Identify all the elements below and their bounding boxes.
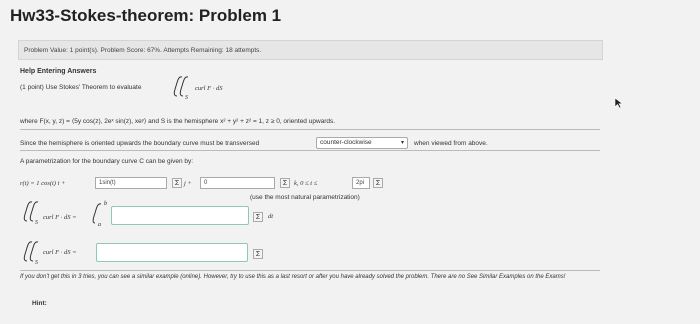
mouse-cursor-icon bbox=[614, 96, 624, 114]
problem-statement: where F(x, y, z) = ⟨5y cos(z), 2eˣ sin(z… bbox=[20, 118, 336, 125]
j-label: j + bbox=[184, 180, 192, 187]
r-of-t-label: r(t) = 1 cos(t) i + bbox=[20, 180, 66, 187]
double-integral-icon: S bbox=[22, 240, 42, 269]
k-range-label: k, 0 ≤ t ≤ bbox=[294, 180, 318, 187]
sigma-button[interactable]: Σ bbox=[253, 249, 263, 259]
divider bbox=[20, 129, 600, 130]
problem-info-bar: Problem Value: 1 point(s). Problem Score… bbox=[18, 40, 603, 60]
dt-label: dt bbox=[268, 213, 274, 220]
hint-link[interactable]: Hint: bbox=[32, 300, 47, 307]
help-entering-answers-link[interactable]: Help Entering Answers bbox=[20, 68, 96, 75]
svg-text:S: S bbox=[35, 220, 38, 224]
see-similar-footnote: If you don't get this in 3 tries, you ca… bbox=[20, 274, 566, 280]
final-answer-input[interactable] bbox=[96, 243, 248, 262]
double-integral-icon: S bbox=[22, 200, 42, 229]
lower-limit: a bbox=[98, 222, 101, 228]
svg-text:S: S bbox=[35, 260, 38, 264]
t-upper-bound-input[interactable]: 2pi bbox=[352, 177, 370, 189]
sigma-button[interactable]: Σ bbox=[253, 212, 263, 222]
r-i-component-input[interactable]: 1sin(t) bbox=[95, 177, 167, 189]
orientation-suffix: when viewed from above. bbox=[414, 140, 488, 147]
integral1-label: curl F · dS = bbox=[43, 214, 77, 221]
natural-parametrization-note: (use the most natural parametrization) bbox=[250, 194, 360, 201]
sigma-button[interactable]: Σ bbox=[172, 178, 182, 188]
sigma-button[interactable]: Σ bbox=[373, 178, 383, 188]
problem-value-text: Problem Value: 1 point(s). Problem Score… bbox=[24, 47, 262, 54]
orientation-select[interactable]: counter-clockwise ▾ bbox=[316, 137, 408, 149]
double-integral-icon: S bbox=[171, 74, 193, 105]
divider bbox=[20, 150, 600, 151]
svg-text:S: S bbox=[185, 95, 188, 100]
integrand-text: curl F · dS bbox=[195, 85, 223, 92]
integral2-label: curl F · dS = bbox=[43, 249, 77, 256]
upper-limit: b bbox=[104, 201, 107, 207]
chevron-down-icon: ▾ bbox=[400, 140, 404, 146]
integrand-answer-input[interactable] bbox=[111, 206, 249, 225]
sigma-button[interactable]: Σ bbox=[280, 178, 290, 188]
orientation-select-value: counter-clockwise bbox=[320, 139, 372, 146]
page-title: Hw33-Stokes-theorem: Problem 1 bbox=[10, 6, 282, 25]
divider bbox=[20, 270, 600, 271]
r-j-component-input[interactable]: 0 bbox=[200, 177, 275, 189]
parametrization-prompt: A parametrization for the boundary curve… bbox=[20, 158, 194, 165]
problem-intro: (1 point) Use Stokes' Theorem to evaluat… bbox=[20, 84, 142, 91]
orientation-text: Since the hemisphere is oriented upwards… bbox=[20, 140, 260, 147]
